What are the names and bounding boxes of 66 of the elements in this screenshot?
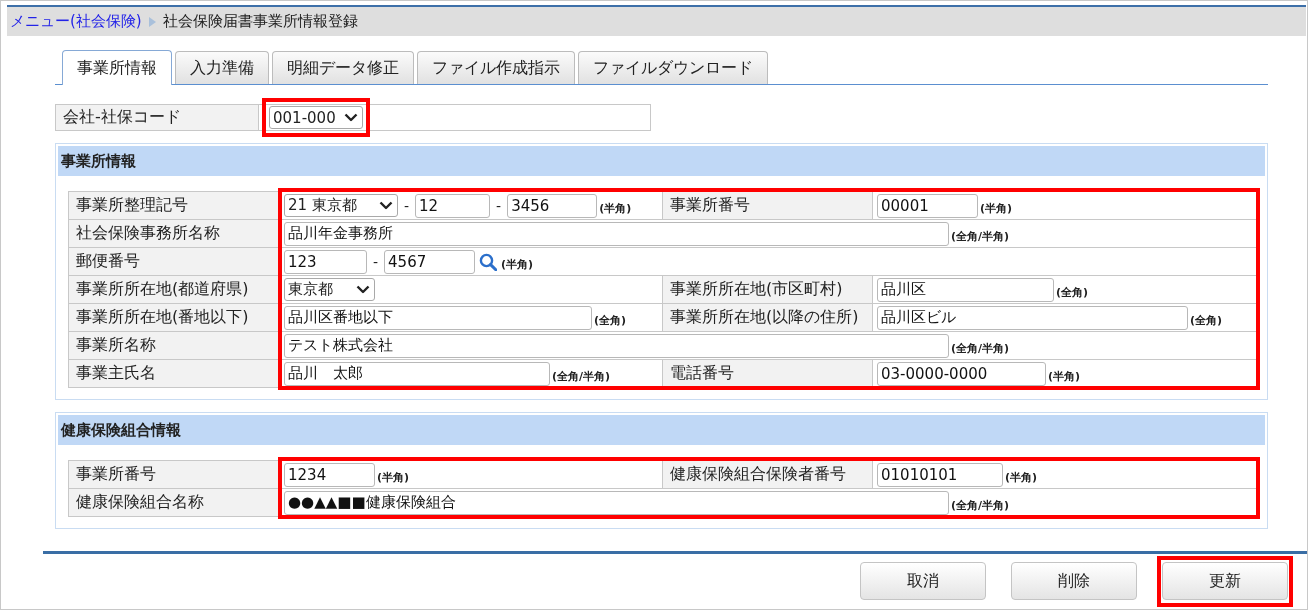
tab[interactable]: ファイル作成指示 (417, 51, 575, 84)
tab[interactable]: 事業所情報 (62, 50, 172, 85)
input-field[interactable]: 4567 (384, 249, 476, 274)
select-field[interactable]: 21 東京都 (284, 194, 398, 217)
input-hint: (半角) (1048, 368, 1081, 385)
input-field[interactable]: 品川区ビル (877, 305, 1188, 330)
field-label: 電話番号 (662, 359, 873, 388)
action-button[interactable]: 更新 (1162, 562, 1288, 600)
company-code-select[interactable]: 001-000 (269, 106, 363, 129)
breadcrumb-arrow-icon (148, 16, 156, 27)
field-label: 事業所名称 (68, 331, 280, 360)
input-hint: (全角) (594, 312, 627, 329)
input-hint: (半角) (501, 256, 534, 273)
field-label: 事業所所在地(都道府県) (68, 275, 280, 304)
field-label: 事業所番号 (68, 460, 280, 489)
tab[interactable]: 明細データ修正 (272, 51, 414, 84)
input-field[interactable]: 03-0000-0000 (877, 361, 1046, 386)
input-hint: (全角) (1190, 312, 1223, 329)
input-field[interactable]: 品川区番地以下 (284, 305, 592, 330)
hyphen-separator: - (372, 253, 380, 270)
input-field[interactable]: ●●▲▲■■健康保険組合 (284, 490, 949, 515)
input-hint: (全角) (1056, 284, 1089, 301)
search-icon[interactable] (479, 252, 498, 271)
section-header: 事業所情報 (58, 146, 1265, 176)
field-label: 事業所整理記号 (68, 191, 280, 220)
input-field[interactable]: 01010101 (877, 462, 1003, 487)
chevron-down-icon (356, 285, 370, 294)
chevron-down-icon (379, 201, 393, 210)
field-label: 健康保険組合名称 (68, 488, 280, 517)
input-field[interactable]: 00001 (877, 193, 978, 218)
input-field[interactable]: 品川 太郎 (284, 361, 550, 386)
input-hint: (半角) (599, 200, 632, 217)
field-label: 健康保険組合保険者番号 (662, 460, 873, 489)
chevron-down-icon (343, 113, 358, 122)
input-hint: (半角) (377, 469, 410, 486)
field-label: 事業主氏名 (68, 359, 280, 388)
field-label: 事業所所在地(市区町村) (662, 275, 873, 304)
action-button[interactable]: 削除 (1011, 562, 1137, 600)
hyphen-separator: - (403, 197, 411, 214)
field-label: 事業所所在地(以降の住所) (662, 303, 873, 332)
input-field[interactable]: テスト株式会社 (284, 333, 949, 358)
field-label: 会社-社保コード (56, 105, 259, 130)
tab[interactable]: ファイルダウンロード (578, 51, 768, 84)
input-field[interactable]: 12 (415, 193, 491, 218)
input-hint: (半角) (980, 200, 1013, 217)
input-hint: (全角/半角) (951, 497, 1010, 514)
field-label: 事業所所在地(番地以下) (68, 303, 280, 332)
page-title: 社会保険届書事業所情報登録 (162, 12, 358, 31)
input-hint: (全角/半角) (951, 340, 1010, 357)
input-hint: (全角/半角) (951, 228, 1010, 245)
section-header: 健康保険組合情報 (58, 415, 1265, 445)
field-label: 社会保険事務所名称 (68, 219, 280, 248)
input-field[interactable]: 3456 (507, 193, 598, 218)
action-button[interactable]: 取消 (860, 562, 986, 600)
input-hint: (全角/半角) (552, 368, 611, 385)
input-field[interactable]: 品川年金事務所 (284, 221, 949, 246)
field-label: 郵便番号 (68, 247, 280, 276)
input-field[interactable]: 1234 (284, 462, 375, 487)
input-hint: (半角) (1005, 469, 1038, 486)
menu-link[interactable]: メニュー(社会保険) (10, 12, 142, 31)
input-field[interactable]: 品川区 (877, 277, 1054, 302)
tab[interactable]: 入力準備 (175, 51, 269, 84)
field-label: 事業所番号 (662, 191, 873, 220)
hyphen-separator: - (495, 197, 503, 214)
input-field[interactable]: 123 (284, 249, 367, 274)
select-field[interactable]: 東京都 (284, 278, 375, 301)
